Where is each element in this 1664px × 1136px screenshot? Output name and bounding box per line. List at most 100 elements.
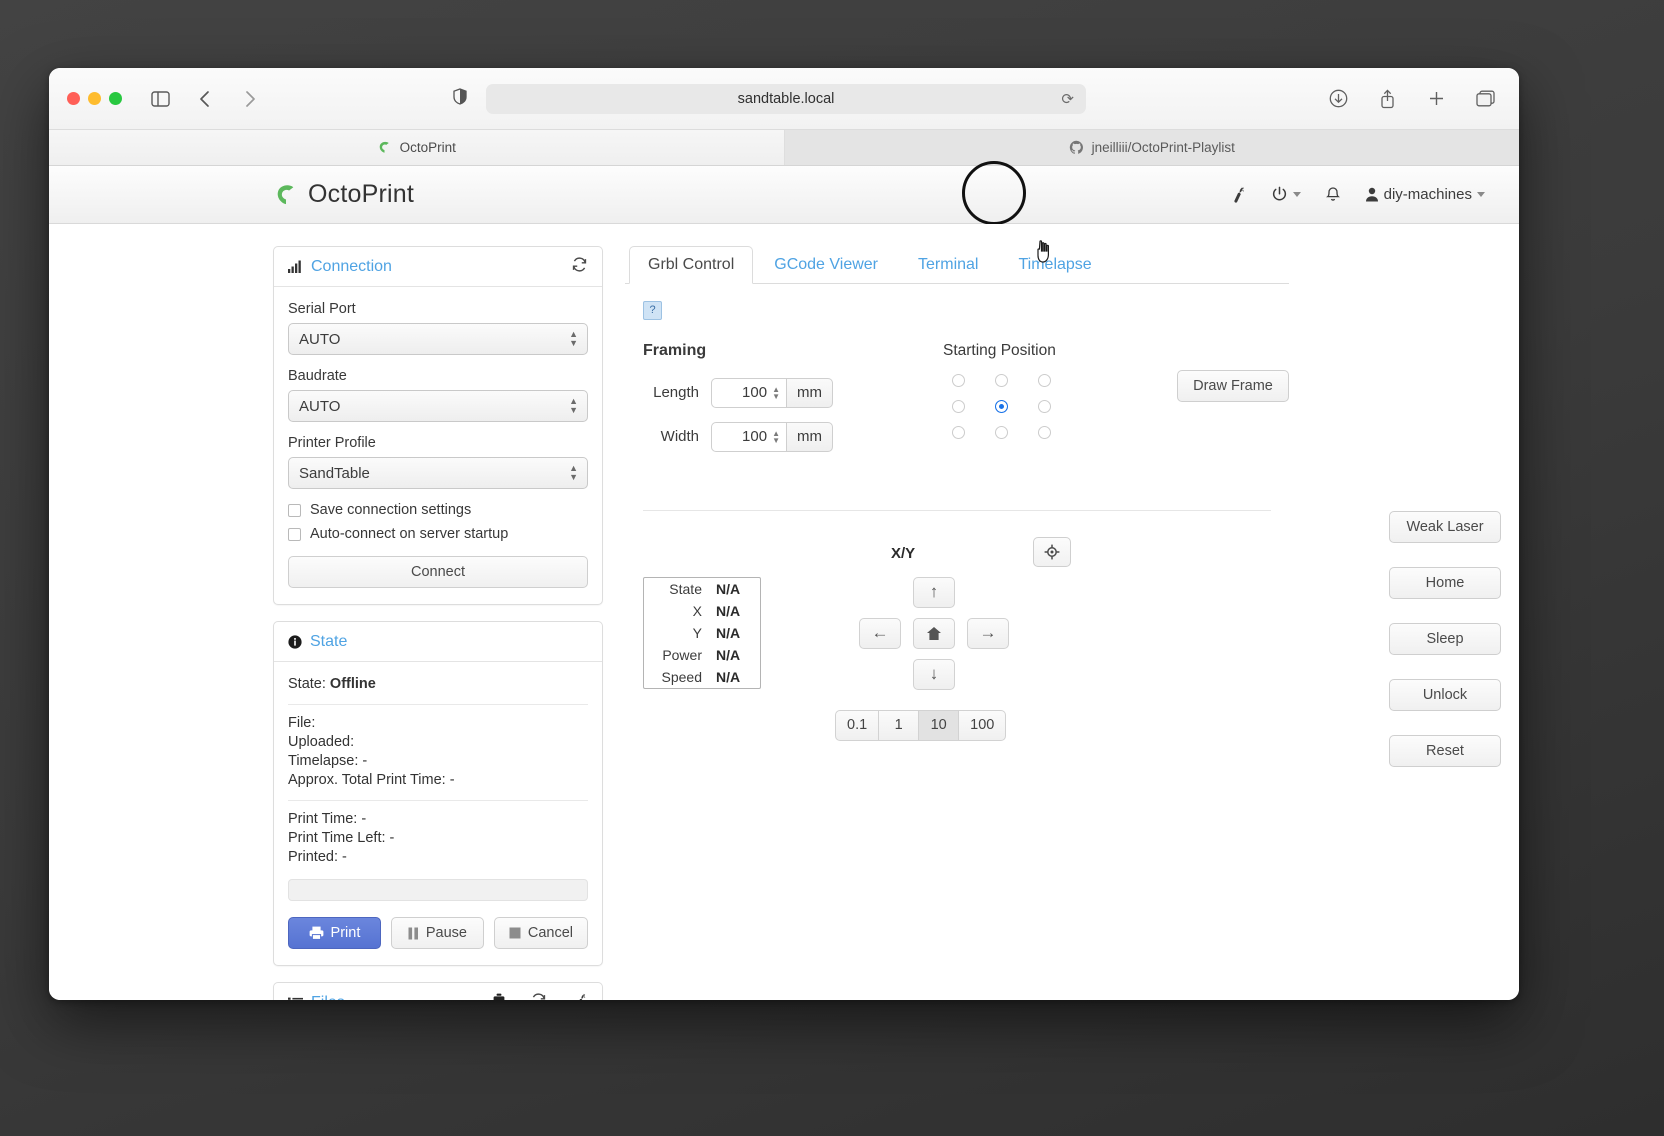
tab-gcode-viewer[interactable]: GCode Viewer	[755, 246, 897, 284]
unlock-button[interactable]: Unlock	[1389, 678, 1501, 711]
left-sidebar: Connection Serial Port AUTO ▲ ▼ Baudrate …	[273, 246, 603, 1000]
jog-up-button[interactable]: ↑	[913, 576, 955, 608]
info-icon	[288, 634, 302, 649]
starting-position-title: Starting Position	[943, 341, 1056, 359]
settings-highlight-ring	[962, 161, 1026, 225]
notifications-button[interactable]	[1325, 186, 1341, 204]
broken-image-icon: ?	[643, 300, 662, 320]
serial-port-value: AUTO	[299, 330, 341, 348]
framing-width-input[interactable]: 100 ▲ ▼	[711, 421, 786, 452]
new-tab-icon[interactable]	[1421, 84, 1451, 114]
step-size-10-button[interactable]: 10	[919, 709, 960, 741]
pause-button[interactable]: Pause	[390, 917, 484, 949]
framing-title: Framing	[643, 341, 707, 359]
home-button[interactable]: Home	[1389, 566, 1501, 599]
share-icon[interactable]	[1372, 84, 1402, 114]
maximize-window-button[interactable]	[109, 92, 122, 105]
window-controls	[67, 92, 122, 105]
shield-icon[interactable]	[453, 87, 467, 110]
minimize-window-button[interactable]	[88, 92, 101, 105]
browser-toolbar: sandtable.local ⟳	[49, 68, 1519, 130]
close-window-button[interactable]	[67, 92, 80, 105]
main-content: Grbl Control GCode Viewer Terminal Timel…	[625, 246, 1501, 1000]
user-menu[interactable]: diy-machines	[1365, 186, 1485, 203]
navbar-right: diy-machines	[1228, 185, 1485, 204]
serial-port-select[interactable]: AUTO ▲ ▼	[288, 323, 588, 355]
power-button[interactable]	[1271, 186, 1301, 203]
save-connection-settings-checkbox[interactable]	[288, 503, 301, 517]
cancel-button[interactable]: Cancel	[493, 917, 589, 949]
framing-length-input[interactable]: 100 ▲ ▼	[711, 377, 786, 408]
tab-grbl-control[interactable]: Grbl Control	[629, 246, 754, 284]
trash-icon[interactable]	[492, 993, 506, 1000]
download-icon[interactable]	[1323, 84, 1353, 114]
baudrate-value: AUTO	[299, 397, 341, 415]
start-pos-radio-8[interactable]	[1037, 425, 1051, 439]
jog-row-middle: ← →	[831, 617, 1037, 649]
brand[interactable]: OctoPrint	[273, 180, 414, 209]
address-bar[interactable]: sandtable.local ⟳	[486, 84, 1086, 114]
step-size-100-button[interactable]: 100	[959, 709, 1007, 741]
save-connection-settings-label: Save connection settings	[310, 502, 472, 518]
settings-button[interactable]	[1228, 185, 1247, 204]
back-icon[interactable]	[189, 84, 219, 114]
print-button-label: Print	[330, 925, 361, 941]
refresh-icon[interactable]	[530, 992, 547, 1000]
sleep-button[interactable]: Sleep	[1389, 622, 1501, 655]
reset-button[interactable]: Reset	[1389, 734, 1501, 767]
framing-length-row: Length 100 ▲ ▼ mm	[643, 377, 913, 408]
autoconnect-row[interactable]: Auto-connect on server startup	[288, 526, 588, 542]
stepper-arrows-icon[interactable]: ▲ ▼	[772, 385, 780, 400]
table-row: State N/A	[644, 578, 760, 600]
step-size-1-button[interactable]: 1	[879, 709, 920, 741]
tab-timelapse[interactable]: Timelapse	[999, 246, 1110, 284]
reload-icon[interactable]: ⟳	[1061, 90, 1074, 108]
cancel-button-label: Cancel	[527, 925, 574, 941]
tab-terminal[interactable]: Terminal	[899, 246, 997, 284]
start-pos-radio-5[interactable]	[1037, 399, 1051, 413]
state-uploaded: Uploaded:	[288, 734, 355, 750]
jog-down-button[interactable]: ↓	[913, 658, 955, 690]
github-mark-icon	[1069, 140, 1083, 154]
draw-frame-button[interactable]: Draw Frame	[1177, 369, 1289, 402]
forward-icon[interactable]	[235, 84, 265, 114]
start-pos-radio-2[interactable]	[1037, 373, 1051, 387]
chevron-updown-icon: ▲ ▼	[569, 463, 578, 482]
state-status-label: State:	[288, 676, 326, 692]
set-origin-button[interactable]	[1033, 536, 1071, 567]
start-pos-radio-4[interactable]	[994, 399, 1008, 413]
jog-home-button[interactable]	[913, 617, 955, 649]
jog-right-button[interactable]: →	[967, 617, 1009, 649]
weak-laser-button[interactable]: Weak Laser	[1389, 510, 1501, 543]
autoconnect-label: Auto-connect on server startup	[310, 526, 509, 542]
start-pos-radio-1[interactable]	[994, 373, 1008, 387]
crosshair-icon	[1044, 544, 1060, 559]
state-panel-header: State	[274, 622, 602, 662]
print-button[interactable]: Print	[288, 917, 381, 949]
printer-profile-select[interactable]: SandTable ▲ ▼	[288, 457, 588, 489]
stepper-arrows-icon[interactable]: ▲ ▼	[772, 429, 780, 444]
main-tabs: Grbl Control GCode Viewer Terminal Timel…	[625, 246, 1289, 284]
browser-tab-playlist[interactable]: jneilliii/OctoPrint-Playlist	[784, 130, 1519, 165]
baudrate-select[interactable]: AUTO ▲ ▼	[288, 390, 588, 422]
start-pos-radio-7[interactable]	[994, 425, 1008, 439]
browser-tab-octoprint[interactable]: OctoPrint	[49, 130, 785, 165]
framing-length-label: Length	[653, 384, 699, 401]
save-connection-settings-row[interactable]: Save connection settings	[288, 502, 588, 518]
framing-width-unit: mm	[786, 421, 833, 452]
connection-panel-title: Connection	[311, 257, 392, 275]
start-pos-radio-0[interactable]	[951, 373, 965, 387]
framing-length-value: 100	[742, 384, 768, 401]
start-pos-radio-3[interactable]	[951, 399, 965, 413]
tab-overview-icon[interactable]	[1470, 84, 1500, 114]
step-size-0.1-button[interactable]: 0.1	[835, 709, 880, 741]
autoconnect-checkbox[interactable]	[288, 527, 301, 541]
jog-left-button[interactable]: ←	[859, 617, 901, 649]
state-print-time-left: Print Time Left: -	[288, 830, 395, 846]
start-pos-radio-6[interactable]	[951, 425, 965, 439]
connect-button[interactable]: Connect	[288, 556, 588, 588]
wrench-icon[interactable]	[571, 992, 588, 1000]
refresh-icon[interactable]	[571, 256, 588, 277]
octoprint-navbar: OctoPrint diy-machines	[49, 161, 1519, 225]
sidebar-icon[interactable]	[145, 84, 175, 114]
